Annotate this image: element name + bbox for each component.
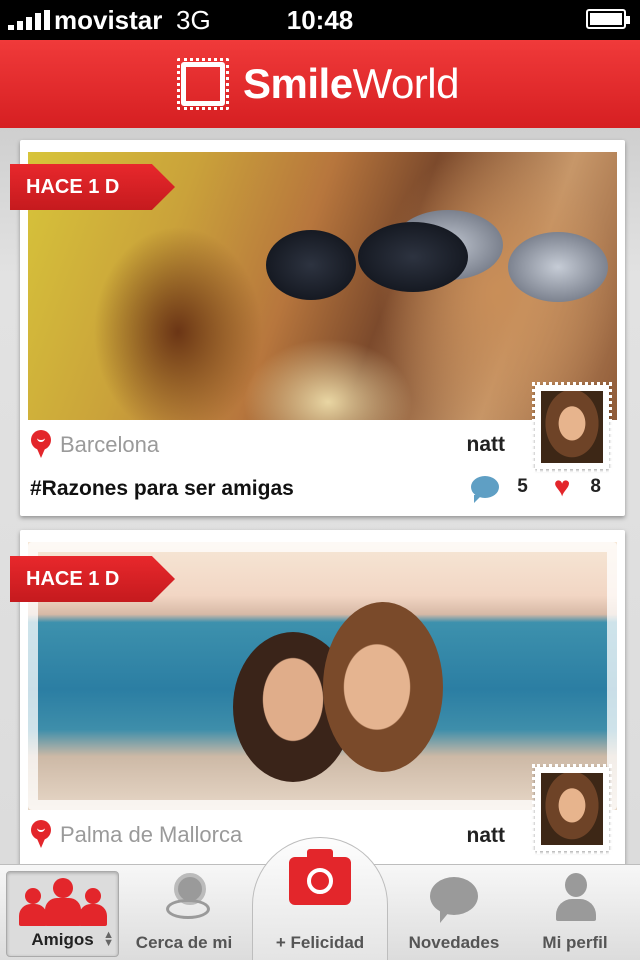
feed[interactable]: HACE 1 D Barcelona natt #Razones para se… — [0, 128, 640, 864]
sort-arrows-icon: ▲ ▼ — [103, 929, 114, 949]
tab-amigos[interactable]: Amigos ▲ ▼ — [6, 871, 119, 957]
post-stats: 5 ♥ 8 — [471, 473, 601, 503]
photo-detail — [323, 602, 443, 772]
username[interactable]: natt — [467, 824, 506, 848]
heart-icon[interactable]: ♥ — [554, 473, 571, 501]
location-row[interactable]: Palma de Mallorca — [30, 820, 242, 850]
status-time: 10:48 — [286, 5, 354, 35]
tab-label: + Felicidad — [275, 933, 365, 952]
location-row[interactable]: Barcelona — [30, 430, 159, 460]
post-title: #Razones para ser amigas — [30, 477, 294, 500]
photo-detail — [508, 232, 608, 302]
battery-icon — [586, 9, 630, 29]
user-avatar[interactable] — [532, 382, 612, 472]
comment-icon[interactable] — [471, 476, 500, 503]
tab-label: Mi perfil — [542, 933, 608, 952]
tab-cerca-de-mi[interactable]: Cerca de mi — [128, 865, 240, 960]
post-card[interactable]: HACE 1 D Barcelona natt #Razones para se… — [10, 140, 625, 516]
tab-bar: Amigos ▲ ▼ Cerca de mi + Felicidad Noveda… — [0, 837, 640, 960]
user-avatar[interactable] — [532, 764, 612, 854]
tab-novedades[interactable]: Novedades — [396, 865, 512, 960]
tab-felicidad[interactable]: + Felicidad — [252, 837, 388, 960]
friends-icon — [19, 878, 107, 926]
location-label: Barcelona — [60, 432, 160, 457]
tab-label: Novedades — [408, 933, 500, 952]
app-title: SmileWorld — [243, 60, 459, 108]
time-badge: HACE 1 D — [10, 164, 175, 210]
tab-label: Cerca de mi — [135, 933, 233, 952]
photo-detail — [358, 222, 468, 292]
comment-count: 5 — [517, 476, 528, 497]
speech-bubble-icon — [430, 877, 478, 923]
tab-mi-perfil[interactable]: Mi perfil — [516, 865, 634, 960]
camera-icon — [289, 849, 351, 905]
time-badge: HACE 1 D — [10, 556, 175, 602]
photo-detail — [266, 230, 356, 300]
location-label: Palma de Mallorca — [60, 822, 243, 847]
smile-pin-icon — [30, 430, 52, 460]
app-header: SmileWorld — [0, 40, 640, 128]
location-pins-icon — [166, 873, 210, 919]
profile-icon — [556, 873, 596, 921]
username[interactable]: natt — [467, 433, 506, 457]
stamp-logo-icon — [177, 58, 229, 110]
smile-pin-icon — [30, 820, 52, 850]
like-count: 8 — [590, 476, 601, 497]
post-card[interactable]: HACE 1 D Palma de Mallorca natt — [10, 530, 625, 864]
app-title-light: World — [352, 60, 460, 107]
status-bar: movistar 3G 10:48 — [0, 0, 640, 40]
tab-label: Amigos — [31, 930, 94, 949]
app-title-bold: Smile — [243, 60, 353, 107]
